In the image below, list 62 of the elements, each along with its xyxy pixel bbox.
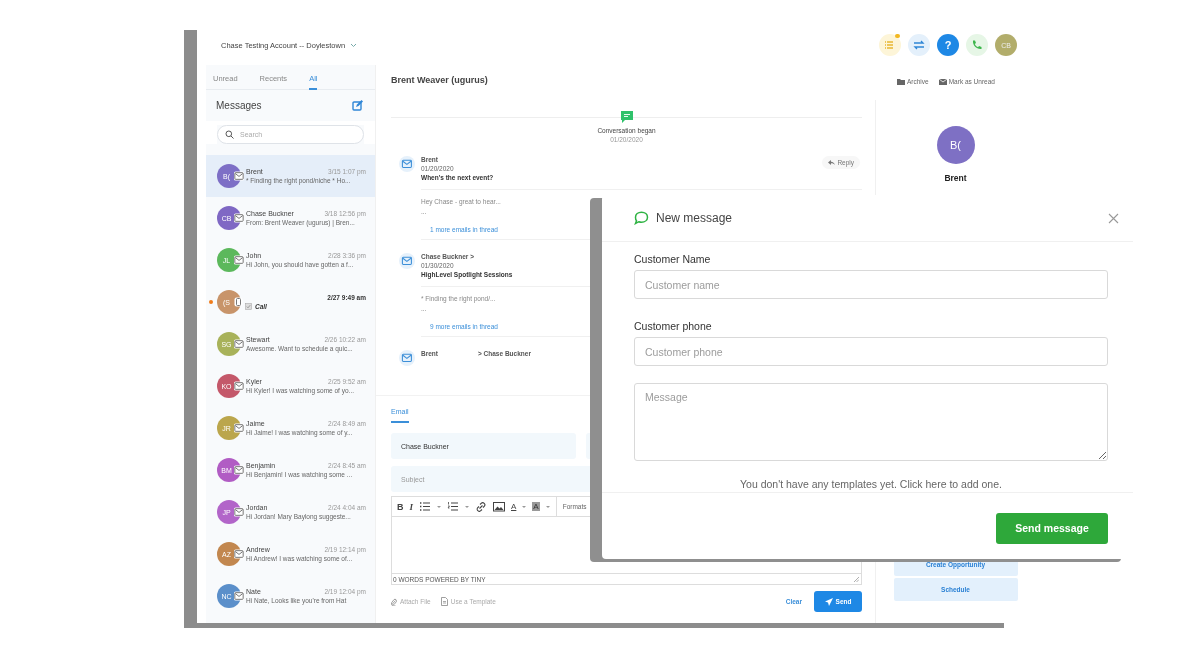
search-icon xyxy=(225,130,234,139)
field-label: Customer phone xyxy=(634,320,713,332)
envelope-icon xyxy=(234,465,244,475)
text-field[interactable]: Customer phone xyxy=(634,337,1108,366)
numbers-icon xyxy=(447,501,459,512)
text-color-button[interactable]: A xyxy=(511,502,517,511)
field-label: Customer Name xyxy=(634,253,712,265)
folder-icon xyxy=(897,78,905,85)
envelope-icon xyxy=(234,255,244,265)
highlight-color-button[interactable]: A xyxy=(532,502,540,511)
paper-plane-icon xyxy=(824,597,833,606)
link-icon xyxy=(475,501,487,512)
image-icon xyxy=(493,501,505,512)
contact-avatar: B( xyxy=(936,126,975,164)
envelope-icon xyxy=(938,78,947,85)
templates-notice[interactable]: You don't have any templates yet. Click here to add one. xyxy=(634,478,1108,490)
reply-icon xyxy=(828,160,836,165)
chat-bubble-icon xyxy=(620,111,633,123)
tasks-button[interactable] xyxy=(879,34,901,56)
envelope-icon xyxy=(234,213,244,223)
phone-button[interactable] xyxy=(966,34,988,56)
phone-icon xyxy=(971,39,983,51)
envelope-icon xyxy=(234,507,244,517)
list-icon xyxy=(884,39,896,51)
bullets-icon xyxy=(419,501,431,512)
envelope-icon xyxy=(234,423,244,433)
mail-icon xyxy=(399,156,415,172)
caret-icon[interactable] xyxy=(437,505,441,508)
envelope-icon xyxy=(234,339,244,349)
swap-arrows-icon xyxy=(913,39,925,51)
contact-name: Brent xyxy=(944,173,967,183)
mail-icon xyxy=(399,253,415,269)
numbered-list-button[interactable] xyxy=(447,501,459,512)
caret-icon xyxy=(350,42,358,48)
envelope-icon xyxy=(234,549,244,559)
bold-button[interactable]: B xyxy=(397,501,404,512)
text-field[interactable]: Customer name xyxy=(634,270,1108,299)
switch-button[interactable] xyxy=(908,34,930,56)
caret-icon[interactable] xyxy=(545,505,550,508)
image-button[interactable] xyxy=(493,501,505,512)
message-field[interactable]: Message xyxy=(634,383,1108,461)
mobile-icon xyxy=(234,297,243,307)
envelope-icon xyxy=(234,591,244,601)
close-icon[interactable] xyxy=(1108,212,1119,224)
call-log-icon xyxy=(245,303,252,310)
resize-grip-icon xyxy=(854,576,859,582)
messages-heading: Messages xyxy=(216,100,262,111)
caret-icon[interactable] xyxy=(465,505,469,508)
help-button[interactable]: ? xyxy=(937,34,959,56)
compose-icon[interactable] xyxy=(352,100,363,111)
mail-icon xyxy=(399,350,415,366)
dialog-title: New message xyxy=(656,211,733,225)
caret-icon[interactable] xyxy=(522,505,527,508)
speech-bubble-icon xyxy=(634,211,649,225)
link-button[interactable] xyxy=(475,501,487,512)
paperclip-icon xyxy=(391,597,397,606)
document-icon xyxy=(440,597,448,606)
italic-button[interactable]: I xyxy=(409,501,413,512)
envelope-icon xyxy=(234,171,244,181)
conversation-title: Brent Weaver (ugurus) xyxy=(390,74,489,87)
bullet-list-button[interactable] xyxy=(419,501,431,512)
envelope-icon xyxy=(234,381,244,391)
